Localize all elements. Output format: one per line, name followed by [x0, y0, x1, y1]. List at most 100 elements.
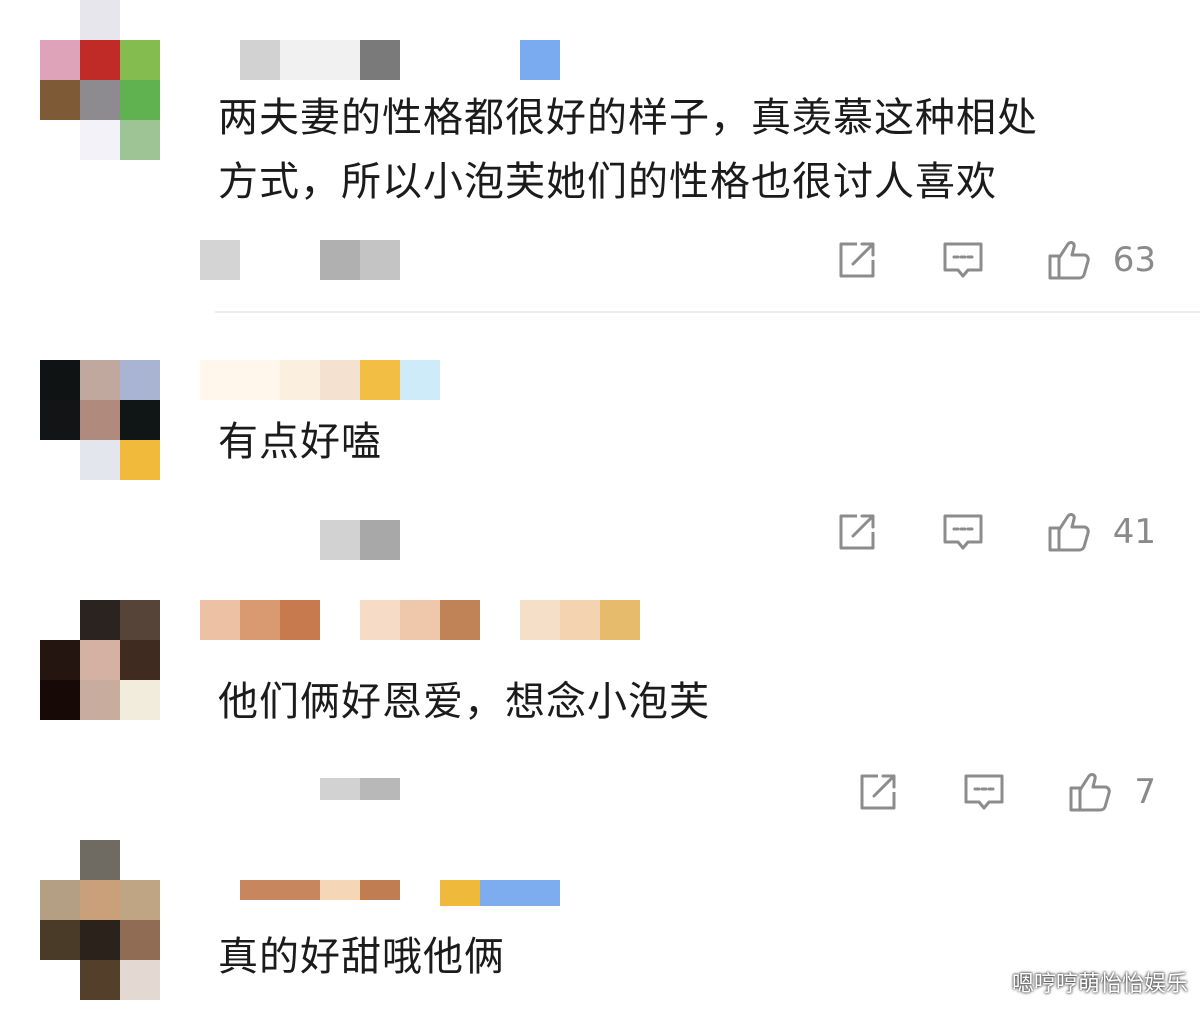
- pixel-block: [280, 40, 360, 80]
- avatar-pixel: [120, 400, 160, 440]
- avatar-pixel: [40, 360, 80, 400]
- pixel-block: [360, 40, 400, 80]
- avatar-pixel: [40, 0, 80, 40]
- share-icon[interactable]: [835, 510, 879, 554]
- avatar-pixel: [80, 360, 120, 400]
- pixel-block: [320, 360, 360, 400]
- username-pixelated[interactable]: [200, 40, 640, 80]
- pixel-block: [520, 600, 560, 640]
- avatar-pixel: [40, 40, 80, 80]
- pixel-block: [600, 600, 640, 640]
- avatar-pixel: [80, 40, 120, 80]
- comment-icon[interactable]: [941, 510, 985, 554]
- pixel-block: [320, 520, 360, 560]
- pixel-block: [440, 880, 480, 906]
- pixel-block: [400, 360, 440, 400]
- pixel-block: [360, 778, 400, 800]
- like-count: 7: [1134, 772, 1156, 812]
- avatar-pixel: [40, 880, 80, 920]
- pixel-block: [240, 880, 320, 900]
- pixel-block: [360, 360, 400, 400]
- avatar-pixel: [120, 40, 160, 80]
- comment-text: 有点好嗑: [218, 419, 382, 465]
- avatar[interactable]: [40, 0, 160, 160]
- comment-actions: 41: [835, 507, 1156, 557]
- username-pixelated[interactable]: [200, 600, 640, 640]
- avatar-pixel: [80, 0, 120, 40]
- avatar-pixel: [120, 360, 160, 400]
- avatar-pixel: [80, 640, 120, 680]
- pixel-block: [440, 600, 480, 640]
- pixel-block: [240, 40, 280, 80]
- pixel-block: [240, 600, 280, 640]
- timestamp-pixelated: [200, 240, 440, 280]
- avatar-pixel: [80, 880, 120, 920]
- comment-text: 他们俩好恩爱，想念小泡芙: [218, 679, 710, 725]
- avatar-pixel: [40, 640, 80, 680]
- avatar-pixel: [120, 920, 160, 960]
- like-count: 63: [1112, 240, 1156, 280]
- avatar-pixel: [80, 80, 120, 120]
- avatar-pixel: [40, 440, 80, 480]
- avatar-pixel: [80, 400, 120, 440]
- avatar-pixel: [120, 0, 160, 40]
- comment-icon[interactable]: [962, 770, 1006, 814]
- comment-text: 两夫妻的性格都很好的样子，真羡慕这种相处 方式，所以小泡芙她们的性格也很讨人喜欢: [218, 95, 1038, 205]
- pixel-block: [200, 600, 240, 640]
- pixel-block: [400, 600, 440, 640]
- pixel-block: [320, 880, 360, 900]
- thumbs-up-icon[interactable]: [1047, 238, 1091, 282]
- pixel-block: [200, 360, 280, 400]
- comment-actions: 63: [835, 235, 1156, 285]
- watermark: 嗯哼哼萌怡怡娱乐: [1011, 972, 1188, 997]
- avatar-pixel: [120, 640, 160, 680]
- avatar-pixel: [120, 960, 160, 1000]
- pixel-block: [280, 600, 320, 640]
- pixel-block: [360, 600, 400, 640]
- username-pixelated[interactable]: [200, 360, 640, 400]
- avatar-pixel: [80, 680, 120, 720]
- divider: [215, 311, 1200, 313]
- avatar-pixel: [120, 80, 160, 120]
- avatar-pixel: [120, 680, 160, 720]
- pixel-block: [560, 600, 600, 640]
- avatar-pixel: [120, 440, 160, 480]
- avatar-pixel: [80, 120, 120, 160]
- comment-actions: 7: [856, 767, 1156, 817]
- thumbs-up-icon[interactable]: [1068, 770, 1112, 814]
- avatar-pixel: [40, 120, 80, 160]
- pixel-block: [520, 40, 560, 80]
- comment-icon[interactable]: [941, 238, 985, 282]
- timestamp-pixelated: [200, 520, 440, 560]
- share-icon[interactable]: [856, 770, 900, 814]
- like-count: 41: [1112, 512, 1156, 552]
- pixel-block: [360, 880, 400, 900]
- avatar-pixel: [40, 600, 80, 640]
- avatar-pixel: [80, 960, 120, 1000]
- username-pixelated[interactable]: [200, 880, 640, 920]
- avatar-pixel: [80, 920, 120, 960]
- avatar-pixel: [40, 840, 80, 880]
- share-icon[interactable]: [835, 238, 879, 282]
- avatar-pixel: [120, 880, 160, 920]
- avatar[interactable]: [40, 840, 160, 1000]
- pixel-block: [200, 240, 240, 280]
- timestamp-pixelated: [200, 778, 440, 800]
- avatar-pixel: [40, 920, 80, 960]
- avatar-pixel: [120, 120, 160, 160]
- avatar-pixel: [40, 680, 80, 720]
- avatar-pixel: [80, 600, 120, 640]
- avatar-pixel: [40, 80, 80, 120]
- avatar-pixel: [40, 400, 80, 440]
- avatar-pixel: [120, 840, 160, 880]
- avatar[interactable]: [40, 360, 160, 480]
- avatar-pixel: [120, 600, 160, 640]
- pixel-block: [360, 520, 400, 560]
- pixel-block: [320, 240, 360, 280]
- pixel-block: [320, 778, 360, 800]
- thumbs-up-icon[interactable]: [1047, 510, 1091, 554]
- avatar-pixel: [80, 840, 120, 880]
- avatar-pixel: [40, 960, 80, 1000]
- avatar[interactable]: [40, 600, 160, 720]
- pixel-block: [480, 880, 560, 906]
